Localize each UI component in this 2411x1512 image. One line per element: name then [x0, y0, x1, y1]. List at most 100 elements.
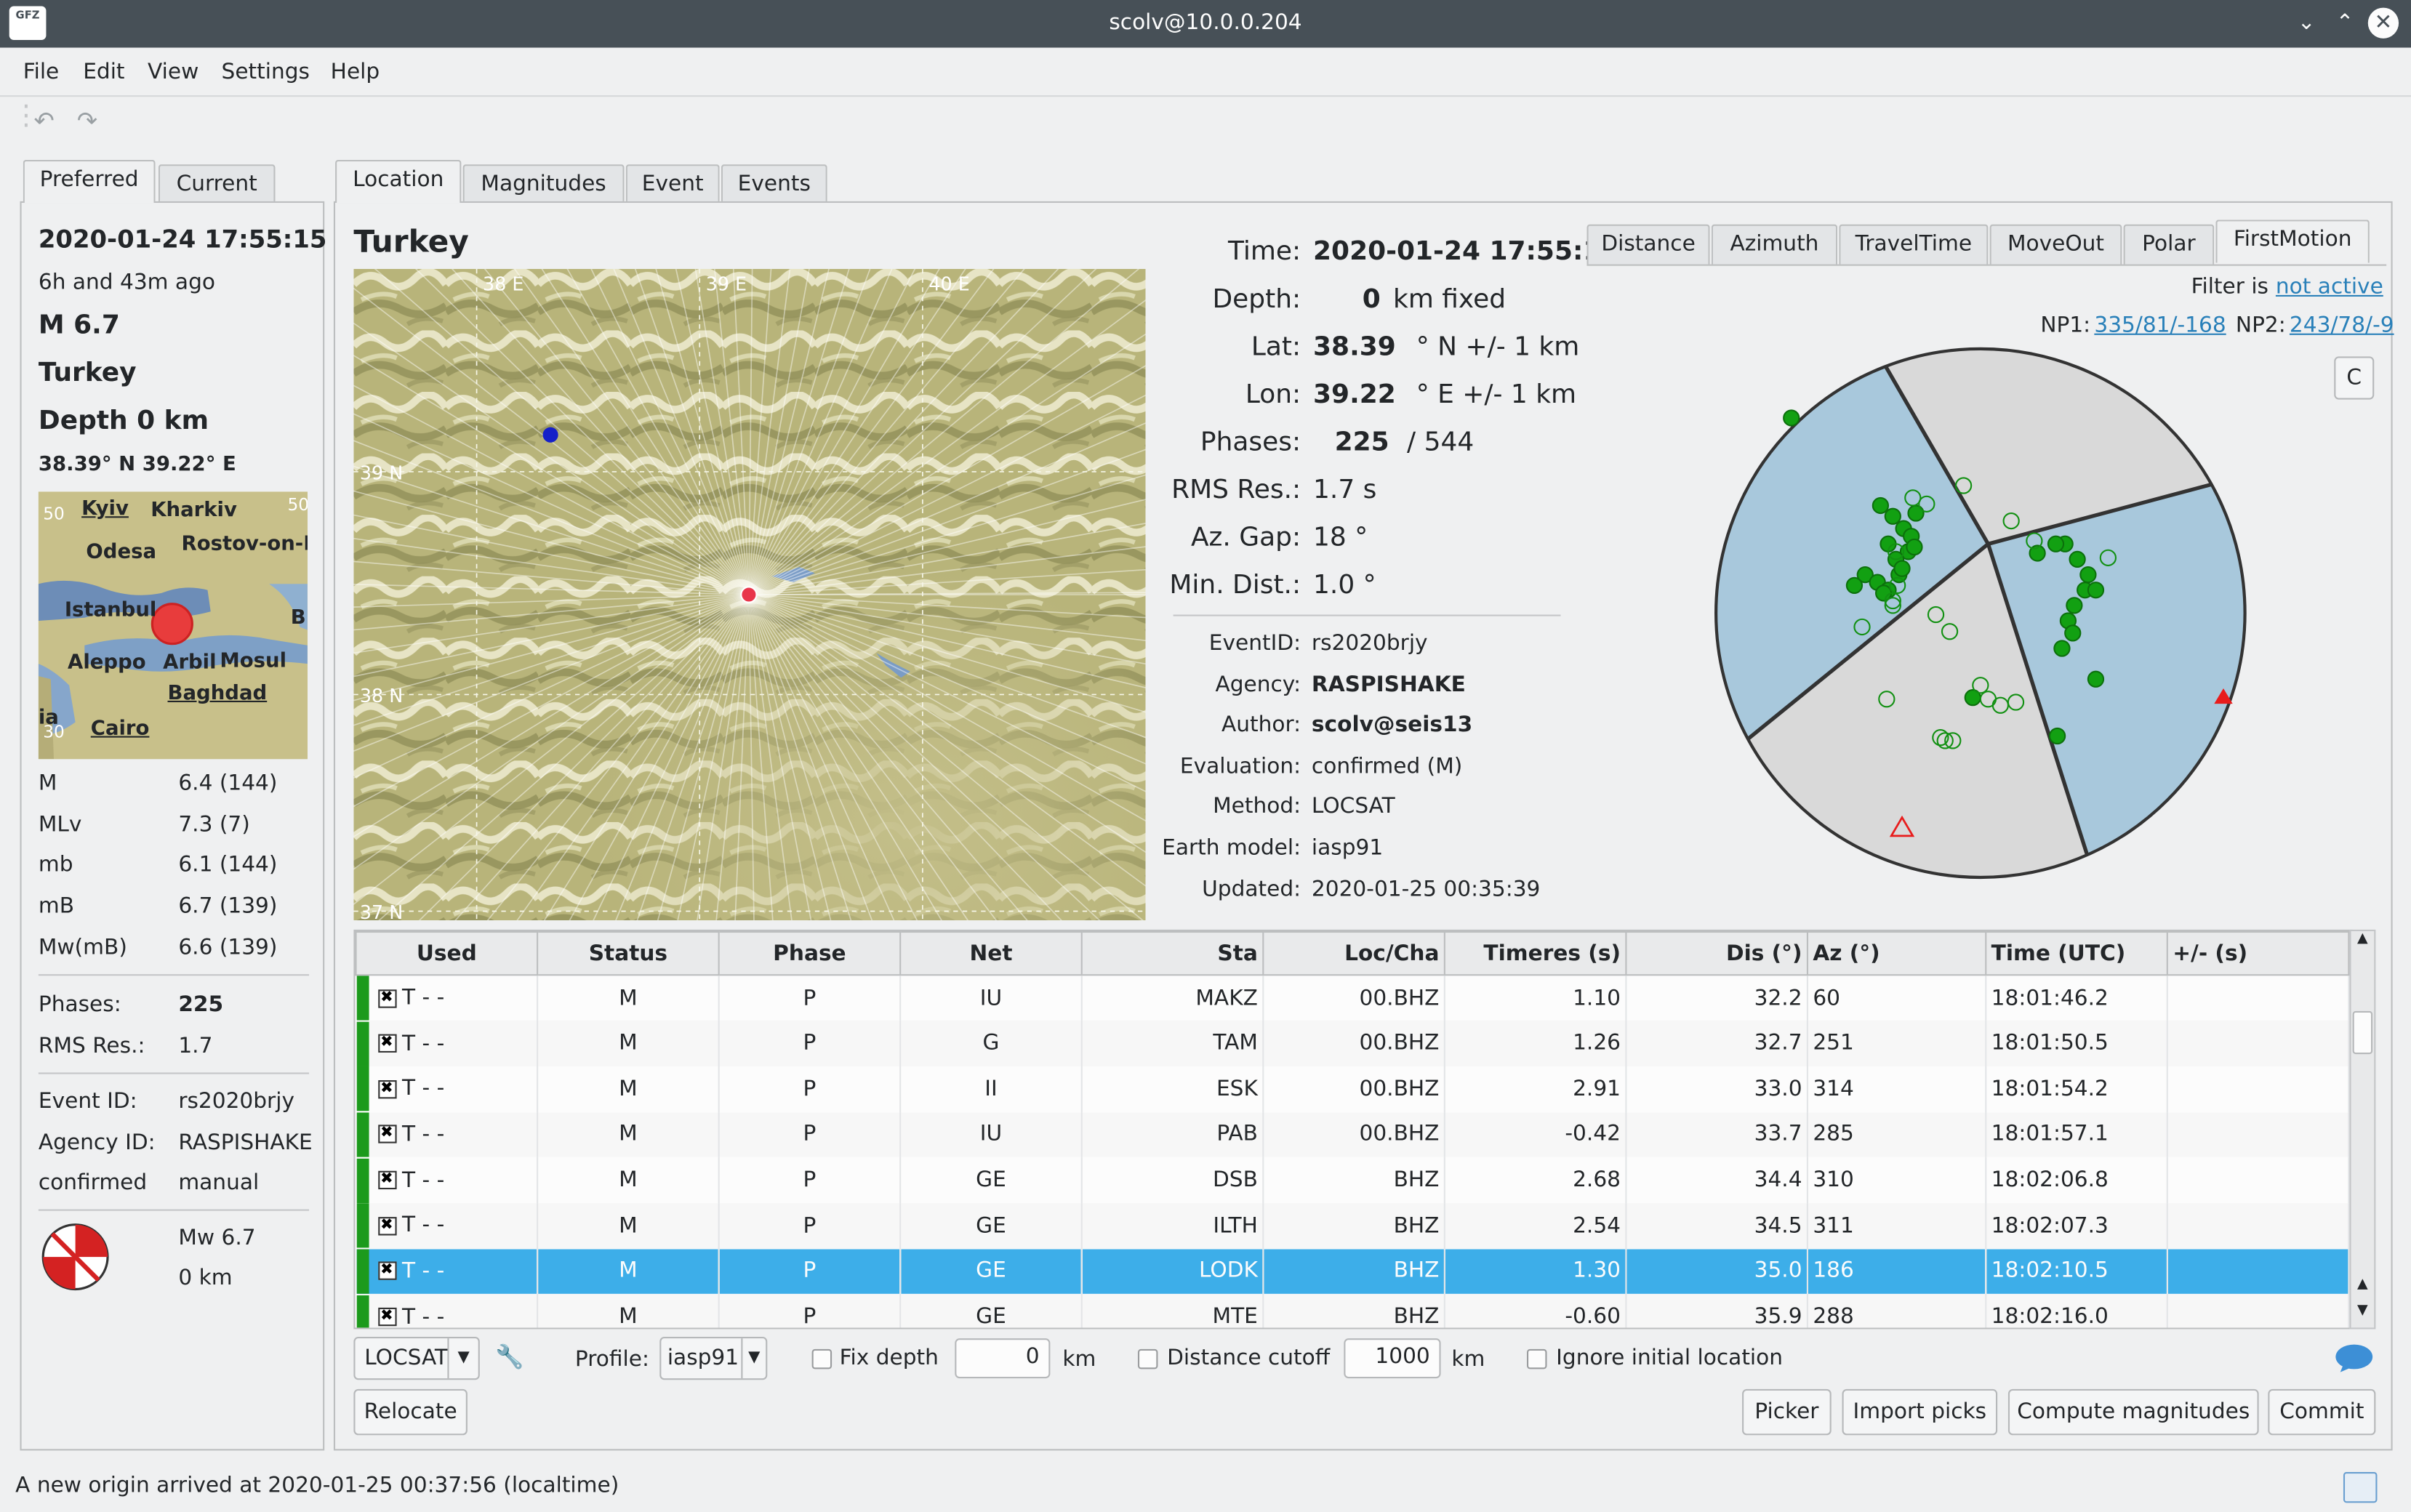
origin-extra: km fixed [1393, 284, 1507, 315]
column-header[interactable]: Az (°) [1806, 930, 1987, 976]
used-checkbox[interactable]: ✖ [377, 989, 396, 1008]
table-cell: 34.5 [1626, 1202, 1809, 1249]
scroll-up-icon[interactable]: ▲ [2353, 1277, 2372, 1299]
scrollbar-thumb[interactable] [2352, 1010, 2373, 1055]
menu-settings[interactable]: Settings [222, 60, 310, 84]
np2-label: NP2: [2235, 313, 2286, 339]
profile-select[interactable]: iasp91 ▼ [659, 1337, 768, 1380]
column-header[interactable]: Timeres (s) [1443, 930, 1627, 976]
used-indicator [356, 1295, 369, 1328]
tab-current[interactable]: Current [158, 164, 276, 205]
mag-type: mB [38, 894, 75, 920]
agency-value: RASPISHAKE [178, 1130, 313, 1156]
table-cell: P [718, 1157, 902, 1203]
status-icon[interactable] [2343, 1472, 2378, 1503]
import-picks-button[interactable]: Import picks [1842, 1388, 1998, 1436]
tab-events[interactable]: Events [721, 164, 827, 205]
table-cell [2167, 975, 2350, 1021]
table-row[interactable]: ✖ T - - M P G TAM 00.BHZ 1.26 32.7 251 18:01:50.5 [356, 1020, 2350, 1066]
minimize-button[interactable]: ⌄ [2291, 8, 2322, 39]
cutoff-input[interactable]: 1000 [1344, 1338, 1441, 1379]
undo-icon[interactable]: ↶ [34, 106, 55, 135]
used-checkbox[interactable]: ✖ [377, 1170, 396, 1190]
tab-preferred[interactable]: Preferred [23, 159, 156, 204]
menu-edit[interactable]: Edit [83, 60, 124, 84]
distance-cutoff-checkbox[interactable] [1137, 1348, 1158, 1370]
maximize-button[interactable]: ⌃ [2330, 8, 2360, 39]
tab-event[interactable]: Event [625, 164, 720, 205]
column-header[interactable]: Time (UTC) [1985, 930, 2168, 976]
table-row[interactable]: ✖ T - - M P IU MAKZ 00.BHZ 1.10 32.2 60 18:01:46.2 [356, 975, 2350, 1021]
used-checkbox[interactable]: ✖ [377, 1034, 396, 1053]
tab-magnitudes[interactable]: Magnitudes [462, 164, 625, 205]
table-row[interactable]: ✖ T - - M P GE LODK BHZ 1.30 35.0 186 18:02:10.5 [356, 1248, 2350, 1295]
used-checkbox[interactable]: ✖ [377, 1125, 396, 1144]
table-row[interactable]: ✖ T - - M P GE MTE BHZ -0.60 35.9 288 18:02:16.0 [356, 1294, 2350, 1328]
tab-moveout[interactable]: MoveOut [1989, 224, 2122, 265]
fix-depth-checkbox[interactable] [811, 1348, 833, 1370]
table-cell: 18:02:06.8 [1986, 1157, 2168, 1203]
commit-button[interactable]: Commit [2268, 1388, 2376, 1436]
used-checkbox[interactable]: ✖ [377, 1079, 396, 1098]
column-header[interactable]: Loc/Cha [1262, 930, 1445, 976]
column-header[interactable]: Net [899, 930, 1083, 976]
map-grid-label: 30 [43, 722, 65, 742]
ignore-initial-checkbox[interactable] [1526, 1348, 1547, 1370]
eventid-label: Event ID: [38, 1089, 137, 1114]
menu-view[interactable]: View [148, 60, 198, 84]
table-cell: G [900, 1020, 1083, 1066]
depth-input[interactable]: 0 [955, 1338, 1051, 1379]
table-row[interactable]: ✖ T - - M P GE DSB BHZ 2.68 34.4 310 18:02:06.8 [356, 1157, 2350, 1203]
menu-file[interactable]: File [23, 60, 60, 84]
map-lat-label: 37 N [359, 901, 404, 921]
map-lon-label: 38 E [483, 273, 524, 295]
np2-link[interactable]: 243/78/-9 [2290, 313, 2394, 338]
picker-button[interactable]: Picker [1742, 1388, 1832, 1436]
used-indicator [356, 1021, 369, 1066]
used-checkbox[interactable]: ✖ [377, 1308, 396, 1327]
tab-location[interactable]: Location [335, 159, 462, 204]
np1-link[interactable]: 335/81/-168 [2094, 313, 2226, 338]
table-scrollbar[interactable]: ▲ ▲ ▼ [2349, 929, 2376, 1330]
compute-magnitudes-button[interactable]: Compute magnitudes [2007, 1388, 2259, 1436]
relocate-button[interactable]: Relocate [353, 1388, 468, 1436]
table-cell: 00.BHZ [1263, 1020, 1445, 1066]
scroll-down-icon[interactable]: ▼ [2353, 1303, 2372, 1325]
table-cell: BHZ [1263, 1202, 1445, 1249]
column-header[interactable]: Phase [718, 930, 902, 976]
table-row[interactable]: ✖ T - - M P IU PAB 00.BHZ -0.42 33.7 285 18:01:57.… [356, 1111, 2350, 1158]
wrench-icon[interactable]: 🔧 [495, 1343, 524, 1370]
chat-icon[interactable] [2334, 1343, 2374, 1373]
close-button[interactable]: ✕ [2367, 7, 2399, 39]
column-header[interactable]: Used [355, 930, 539, 976]
overview-map[interactable]: Kyiv Kharkiv Odesa Rostov-on-D Istanbul … [38, 491, 308, 760]
profile-value: iasp91 [667, 1346, 739, 1371]
location-map[interactable]: 38 E 39 E 40 E 39 N 38 N 37 N [353, 268, 1146, 921]
tab-distance[interactable]: Distance [1586, 224, 1710, 265]
scroll-up-icon[interactable]: ▲ [2353, 931, 2372, 953]
filter-link[interactable]: not active [2276, 275, 2383, 299]
tab-azimuth[interactable]: Azimuth [1711, 224, 1838, 265]
used-checkbox[interactable]: ✖ [377, 1262, 396, 1281]
table-cell: 18:01:54.2 [1986, 1066, 2168, 1112]
tab-firstmotion[interactable]: FirstMotion [2215, 220, 2370, 263]
column-header[interactable]: Sta [1080, 930, 1264, 976]
table-cell: M [537, 975, 720, 1021]
plot-options-button[interactable]: C [2334, 356, 2375, 400]
table-cell: II [900, 1066, 1083, 1112]
used-checkbox[interactable]: ✖ [377, 1216, 396, 1236]
column-header[interactable]: Status [537, 930, 720, 976]
table-cell: 2.91 [1444, 1066, 1627, 1112]
column-header[interactable]: Dis (°) [1625, 930, 1809, 976]
redo-icon[interactable]: ↷ [77, 106, 97, 135]
tab-polar[interactable]: Polar [2123, 224, 2215, 265]
tab-traveltime[interactable]: TravelTime [1839, 224, 1989, 265]
table-row[interactable]: ✖ T - - M P II ESK 00.BHZ 2.91 33.0 314 18:01:54.2 [356, 1066, 2350, 1112]
locator-select[interactable]: LOCSAT ▼ [353, 1337, 480, 1380]
menu-help[interactable]: Help [331, 60, 380, 84]
first-motion-plot[interactable] [1712, 344, 2250, 882]
map-city-aleppo: Aleppo [68, 651, 146, 675]
arrivals-table[interactable]: Used Status Phase Net Sta Loc/Cha Timeres (s) D… [353, 929, 2353, 1330]
table-row[interactable]: ✖ T - - M P GE ILTH BHZ 2.54 34.5 311 18:02:07.3 [356, 1202, 2350, 1249]
column-header[interactable]: +/- (s) [2166, 930, 2350, 976]
